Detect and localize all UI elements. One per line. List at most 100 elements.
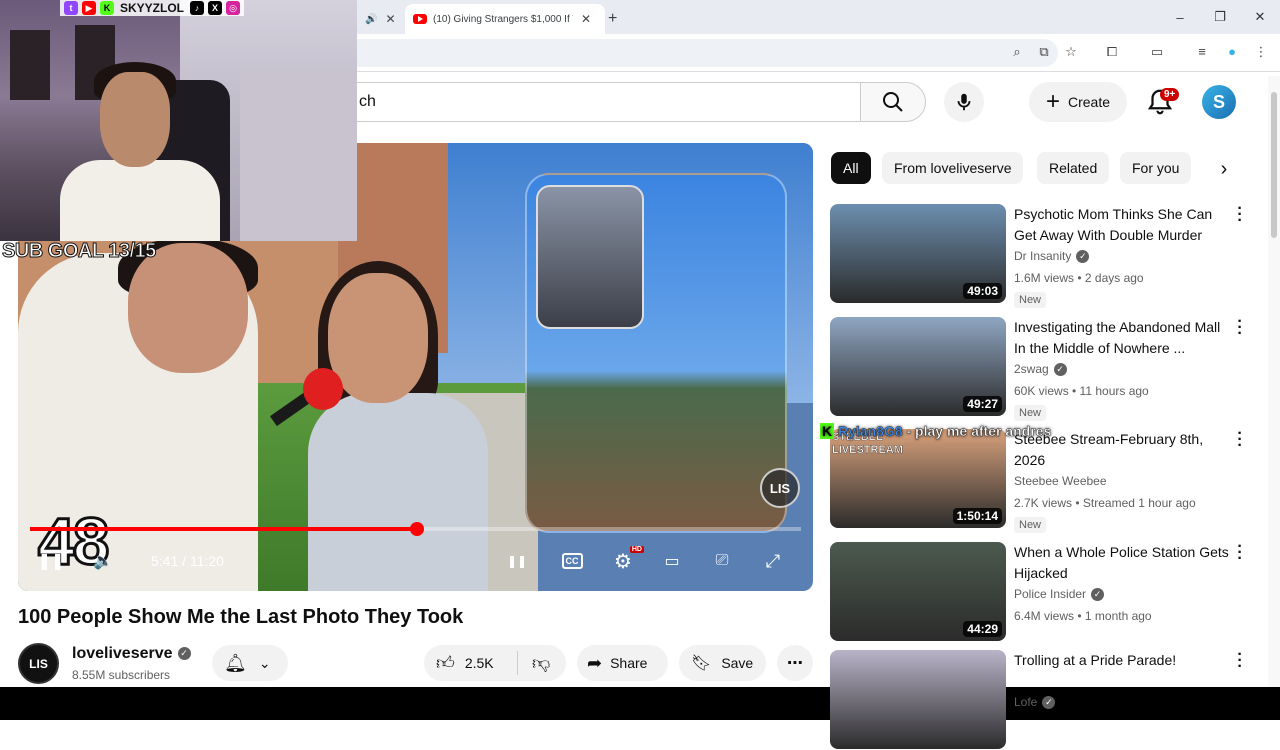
recommendation-item[interactable]: 49:03 Psychotic Mom Thinks She Can Get Aw… <box>830 201 1260 308</box>
x-icon: X <box>208 1 223 15</box>
browser-menu-icon[interactable]: ⋮ <box>1252 44 1270 60</box>
recommendation-item[interactable]: 44:29 When a Whole Police Station Gets Hi… <box>830 539 1260 642</box>
recommendation-meta: 2.7K views • Streamed 1 hour ago <box>1014 496 1196 510</box>
channel-name[interactable]: loveliveserve ✓ <box>72 645 191 663</box>
like-button[interactable]: 👍︎ 2.5K <box>424 651 518 675</box>
cast-icon[interactable]: ⎚ <box>709 548 735 574</box>
chevron-right-icon[interactable]: › <box>1210 156 1238 182</box>
address-bar[interactable] <box>330 39 1058 67</box>
bell-icon: 🔔︎ <box>224 652 247 673</box>
recommendation-title[interactable]: Investigating the Abandoned Mall In the … <box>1014 317 1234 359</box>
recommendation-title[interactable]: When a Whole Police Station Gets Hijacke… <box>1014 542 1234 584</box>
subscription-bell-button[interactable]: 🔔︎ ⌄ <box>212 645 288 681</box>
minimize-button[interactable]: – <box>1160 0 1200 34</box>
recommendation-channel[interactable]: 2swag ✓ <box>1014 362 1067 377</box>
save-button[interactable]: 🔖︎ Save <box>679 645 766 681</box>
progress-bar[interactable] <box>30 522 801 536</box>
settings-button[interactable]: ⚙ HD <box>608 546 644 574</box>
more-vertical-icon[interactable]: · · · <box>1235 314 1245 342</box>
captions-button[interactable]: CC <box>559 548 585 574</box>
install-app-icon[interactable]: ⧉ <box>1035 44 1053 60</box>
chat-text: - play me after andres <box>906 423 1052 439</box>
tab-close-icon[interactable]: ✕ <box>581 12 591 26</box>
share-button[interactable]: ➦ Share <box>577 645 668 681</box>
recommendation-channel[interactable]: Dr Insanity ✓ <box>1014 249 1090 264</box>
plus-icon: + <box>1045 88 1060 115</box>
recommendation-item[interactable]: STEEBEE LIVESTREAM 1:50:14 Steebee Stream-… <box>830 426 1260 533</box>
more-vertical-icon[interactable]: · · · <box>1235 426 1245 454</box>
zoom-icon[interactable]: ⌕ <box>1008 44 1026 60</box>
window-controls: – ❐ ✕ <box>1160 0 1280 34</box>
duration-badge: 49:03 <box>963 283 1002 299</box>
chat-kick-icon: K <box>820 423 835 439</box>
time-display: 5:41 / 11:20 <box>151 553 224 569</box>
new-tab-button[interactable]: + <box>608 4 628 34</box>
youtube-icon: ▶ <box>82 1 96 15</box>
extensions-icon[interactable]: ⧠ <box>1103 44 1121 60</box>
verified-icon: ✓ <box>1053 363 1067 377</box>
streamer-name: SKYYZLOL <box>120 1 185 15</box>
more-vertical-icon[interactable]: · · · <box>1235 647 1245 675</box>
instagram-icon: ◎ <box>226 1 241 15</box>
recommendation-channel[interactable]: Steebee Weebee <box>1014 474 1107 488</box>
share-icon: ➦ <box>587 652 603 673</box>
youtube-favicon-icon <box>413 14 427 24</box>
sidebar-icon[interactable]: ▭ <box>1148 44 1166 60</box>
progress-fill <box>30 527 418 531</box>
recommendation-channel-name: Lofe <box>1014 695 1038 709</box>
bookmark-star-icon[interactable]: ☆ <box>1062 44 1080 60</box>
recommendation-item[interactable]: 49:27 Investigating the Abandoned Mall In… <box>830 314 1260 421</box>
theater-mode-icon[interactable]: ▭ <box>659 548 685 574</box>
chevron-down-icon: ⌄ <box>258 654 271 671</box>
volume-icon[interactable]: 🔈 <box>88 548 118 574</box>
create-button[interactable]: + Create <box>1029 82 1127 122</box>
pause-small-icon[interactable]: ❚❚ <box>504 548 530 574</box>
channel-watermark[interactable]: LIS <box>760 468 800 508</box>
fullscreen-icon[interactable]: ⤢ <box>760 548 786 574</box>
video-thumbnail[interactable]: 44:29 <box>830 542 1006 641</box>
scrollbar-thumb[interactable] <box>1271 92 1277 238</box>
chip-from-channel[interactable]: From loveliveserve <box>882 152 1024 184</box>
chip-all[interactable]: All <box>831 152 871 184</box>
voice-search-button[interactable] <box>944 82 984 122</box>
tab-close-icon[interactable]: ✕ <box>385 12 395 26</box>
gear-icon: ⚙ <box>614 550 632 573</box>
search-input[interactable]: ch <box>330 82 860 122</box>
video-thumbnail[interactable]: 49:03 <box>830 204 1006 303</box>
duration-badge: 44:29 <box>963 621 1002 637</box>
verified-icon: ✓ <box>1042 696 1056 710</box>
more-horizontal-icon: ⋯ <box>787 655 803 672</box>
hd-badge: HD <box>629 546 644 553</box>
dislike-button[interactable]: 👎︎ <box>518 652 550 674</box>
media-controls-icon[interactable]: ≡ <box>1193 44 1211 59</box>
channel-avatar[interactable]: LIS <box>18 643 59 684</box>
video-thumbnail[interactable]: 49:27 <box>830 317 1006 416</box>
recommendation-channel-name: Dr Insanity <box>1014 249 1072 263</box>
chat-username: Rylan8G8 <box>838 423 903 439</box>
search-button[interactable] <box>860 82 926 122</box>
more-vertical-icon[interactable]: · · · <box>1235 201 1245 229</box>
close-window-button[interactable]: ✕ <box>1240 0 1280 34</box>
more-actions-button[interactable]: ⋯ <box>777 645 813 681</box>
tab-previous[interactable]: 🔊 ✕ <box>355 4 405 34</box>
video-thumbnail[interactable] <box>830 650 1006 749</box>
profile-icon[interactable]: ● <box>1223 44 1241 59</box>
chip-for-you[interactable]: For you <box>1120 152 1192 184</box>
recommendation-title[interactable]: Psychotic Mom Thinks She Can Get Away Wi… <box>1014 204 1234 246</box>
scrubber-handle[interactable] <box>410 522 425 536</box>
recommendation-channel[interactable]: Lofe ✓ <box>1014 695 1056 710</box>
tab-active[interactable]: (10) Giving Strangers $1,000 If T ✕ <box>405 4 605 34</box>
captions-icon: CC <box>561 553 583 569</box>
maximize-button[interactable]: ❐ <box>1200 0 1240 34</box>
recommendation-title[interactable]: Trolling at a Pride Parade! <box>1014 650 1234 671</box>
socials-banner: t ▶ K SKYYZLOL ♪ X ◎ <box>60 0 245 16</box>
subscriber-count: 8.55M subscribers <box>72 668 171 682</box>
chip-related[interactable]: Related <box>1037 152 1110 184</box>
video-thumbnail[interactable]: STEEBEE LIVESTREAM 1:50:14 <box>830 429 1006 528</box>
new-badge: New <box>1014 405 1047 421</box>
recommendation-channel[interactable]: Police Insider ✓ <box>1014 587 1105 602</box>
pause-icon[interactable]: ❚❚ <box>36 548 66 574</box>
recommendation-item[interactable]: Trolling at a Pride Parade! Lofe ✓ · · · <box>830 647 1260 750</box>
more-vertical-icon[interactable]: · · · <box>1235 539 1245 567</box>
avatar[interactable]: S <box>1202 85 1236 119</box>
